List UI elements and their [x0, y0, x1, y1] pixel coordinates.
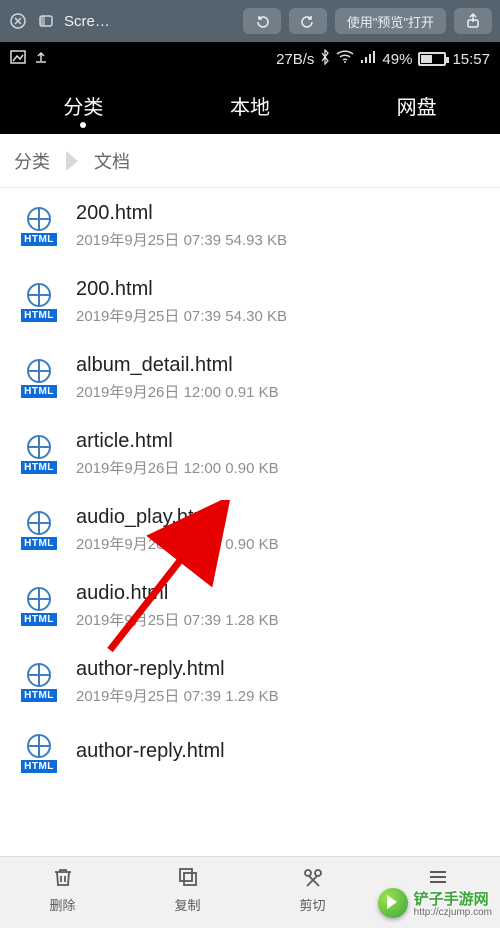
file-name: author-reply.html [76, 740, 480, 763]
wifi-icon [336, 50, 354, 68]
file-meta: 2019年9月25日07:391.29 KB [76, 685, 480, 706]
file-meta: 2019年9月25日07:391.28 KB [76, 609, 480, 630]
file-row[interactable]: HTML audio_play.html 2019年9月26日12:000.90 K… [0, 492, 500, 568]
file-row[interactable]: HTML album_detail.html 2019年9月26日12:000.91… [0, 340, 500, 416]
cut-button[interactable]: 剪切 [250, 863, 375, 928]
rotate-left-button[interactable] [243, 8, 281, 34]
preview-top-bar: Scre… 使用"预览"打开 [0, 0, 500, 42]
file-name: 200.html [76, 202, 480, 225]
file-row[interactable]: HTML author-reply.html [0, 720, 500, 787]
file-row[interactable]: HTML article.html 2019年9月26日12:000.90 KB [0, 416, 500, 492]
watermark-url: http://czjump.com [414, 907, 492, 918]
upload-icon [34, 50, 48, 68]
html-file-icon: HTML [20, 435, 58, 474]
html-file-icon: HTML [20, 283, 58, 322]
android-status-bar: 27B/s 49% 15:57 [0, 42, 500, 76]
file-row[interactable]: HTML author-reply.html 2019年9月25日07:391.29… [0, 644, 500, 720]
open-panel-icon[interactable] [36, 11, 56, 31]
delete-button[interactable]: 删除 [0, 863, 125, 928]
file-name: author-reply.html [76, 658, 480, 681]
file-list[interactable]: HTML 200.html 2019年9月25日07:3954.93 KB HTML 2… [0, 188, 500, 856]
file-meta: 2019年9月25日07:3954.93 KB [76, 229, 480, 250]
open-with-preview-button[interactable]: 使用"预览"打开 [335, 8, 446, 34]
file-meta: 2019年9月26日12:000.90 KB [76, 457, 480, 478]
copy-button[interactable]: 复制 [125, 863, 250, 928]
chevron-right-icon [66, 151, 78, 171]
file-row[interactable]: HTML audio.html 2019年9月25日07:391.28 KB [0, 568, 500, 644]
signal-icon [360, 50, 376, 68]
rotate-right-button[interactable] [289, 8, 327, 34]
tab-2[interactable]: 网盘 [333, 77, 500, 134]
file-meta: 2019年9月26日12:000.91 KB [76, 381, 480, 402]
file-name: audio_play.html [76, 506, 480, 529]
screenshot-icon [10, 49, 26, 69]
html-file-icon: HTML [20, 359, 58, 398]
close-icon[interactable] [8, 11, 28, 31]
html-file-icon: HTML [20, 663, 58, 702]
net-speed: 27B/s [276, 51, 314, 68]
file-row[interactable]: HTML 200.html 2019年9月25日07:3954.93 KB [0, 188, 500, 264]
html-file-icon: HTML [20, 587, 58, 626]
file-row[interactable]: HTML 200.html 2019年9月25日07:3954.30 KB [0, 264, 500, 340]
share-button[interactable] [454, 8, 492, 34]
file-name: 200.html [76, 278, 480, 301]
clock: 15:57 [452, 51, 490, 68]
bottom-label: 复制 [174, 895, 200, 914]
breadcrumb-item[interactable]: 文档 [94, 148, 130, 174]
html-file-icon: HTML [20, 207, 58, 246]
html-file-icon: HTML [20, 734, 58, 773]
file-name: album_detail.html [76, 354, 480, 377]
bluetooth-icon [320, 49, 330, 69]
file-meta: 2019年9月26日12:000.90 KB [76, 533, 480, 554]
tab-0[interactable]: 分类 [0, 77, 167, 134]
delete-icon [49, 863, 77, 891]
file-meta: 2019年9月25日07:3954.30 KB [76, 305, 480, 326]
copy-icon [174, 863, 202, 891]
site-watermark: 铲子手游网 http://czjump.com [378, 888, 492, 918]
watermark-logo-icon [378, 888, 408, 918]
breadcrumb: 分类 文档 [0, 134, 500, 188]
watermark-text: 铲子手游网 [414, 891, 489, 908]
menu-icon [424, 863, 452, 891]
top-tab-bar: 分类本地网盘 [0, 76, 500, 134]
cut-icon [299, 863, 327, 891]
preview-title: Scre… [64, 13, 110, 30]
battery-percent: 49% [382, 51, 412, 68]
bottom-label: 删除 [49, 895, 75, 914]
bottom-label: 剪切 [299, 895, 325, 914]
breadcrumb-item[interactable]: 分类 [14, 148, 50, 174]
file-name: article.html [76, 430, 480, 453]
battery-icon [418, 52, 446, 66]
tab-1[interactable]: 本地 [167, 77, 334, 134]
html-file-icon: HTML [20, 511, 58, 550]
file-name: audio.html [76, 582, 480, 605]
